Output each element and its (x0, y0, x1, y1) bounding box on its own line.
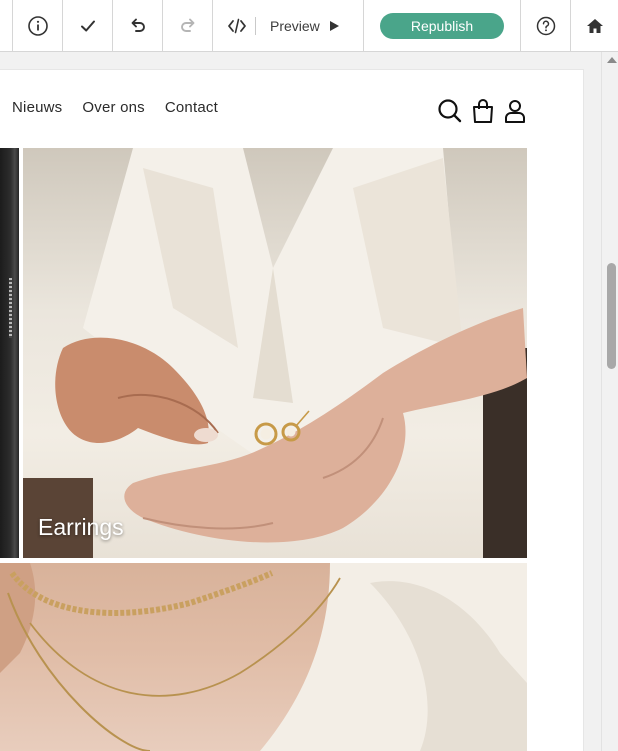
toolbar-left-edge (0, 0, 13, 51)
redo-icon (178, 16, 198, 36)
question-circle-icon (536, 16, 556, 36)
shopping-bag-icon[interactable] (471, 98, 495, 129)
checkmark-icon (78, 16, 98, 36)
nav-item-nieuws[interactable]: Nieuws (12, 99, 62, 116)
tile-label-earrings[interactable]: Earrings (38, 514, 124, 541)
product-tile-partial[interactable] (0, 148, 19, 558)
redo-button[interactable] (163, 0, 213, 51)
home-button[interactable] (571, 0, 618, 51)
save-check-button[interactable] (63, 0, 113, 51)
info-circle-icon (27, 15, 49, 37)
nav-icon-group (437, 98, 527, 129)
republish-cell: Republish (364, 0, 521, 51)
jacket-zipper (9, 278, 12, 338)
necklace-photo (0, 563, 527, 751)
scrollbar-thumb[interactable] (607, 263, 616, 369)
help-button[interactable] (521, 0, 571, 51)
preview-button-label[interactable]: Preview (270, 18, 320, 34)
vertical-scrollbar[interactable] (601, 52, 618, 751)
nav-item-over-ons[interactable]: Over ons (82, 99, 144, 116)
editor-toolbar: Preview Republish (0, 0, 618, 52)
undo-button[interactable] (113, 0, 163, 51)
scroll-up-arrow-icon[interactable] (607, 57, 617, 63)
code-icon[interactable] (227, 16, 247, 36)
nav-item-contact[interactable]: Contact (165, 99, 218, 116)
site-nav: Nieuws Over ons Contact (12, 99, 218, 116)
user-icon[interactable] (503, 98, 527, 129)
info-button[interactable] (13, 0, 63, 51)
site-preview-canvas: Nieuws Over ons Contact Earrings (0, 70, 583, 751)
code-preview-group: Preview (213, 0, 364, 51)
toolbar-divider (255, 16, 256, 35)
republish-button[interactable]: Republish (380, 12, 504, 39)
category-tile-necklaces[interactable] (0, 563, 527, 751)
category-tile-earrings[interactable]: Earrings (23, 148, 527, 558)
undo-icon (128, 16, 148, 36)
search-icon[interactable] (437, 98, 463, 129)
home-icon (586, 17, 604, 35)
earrings-photo (23, 148, 527, 558)
play-icon[interactable] (328, 20, 340, 32)
